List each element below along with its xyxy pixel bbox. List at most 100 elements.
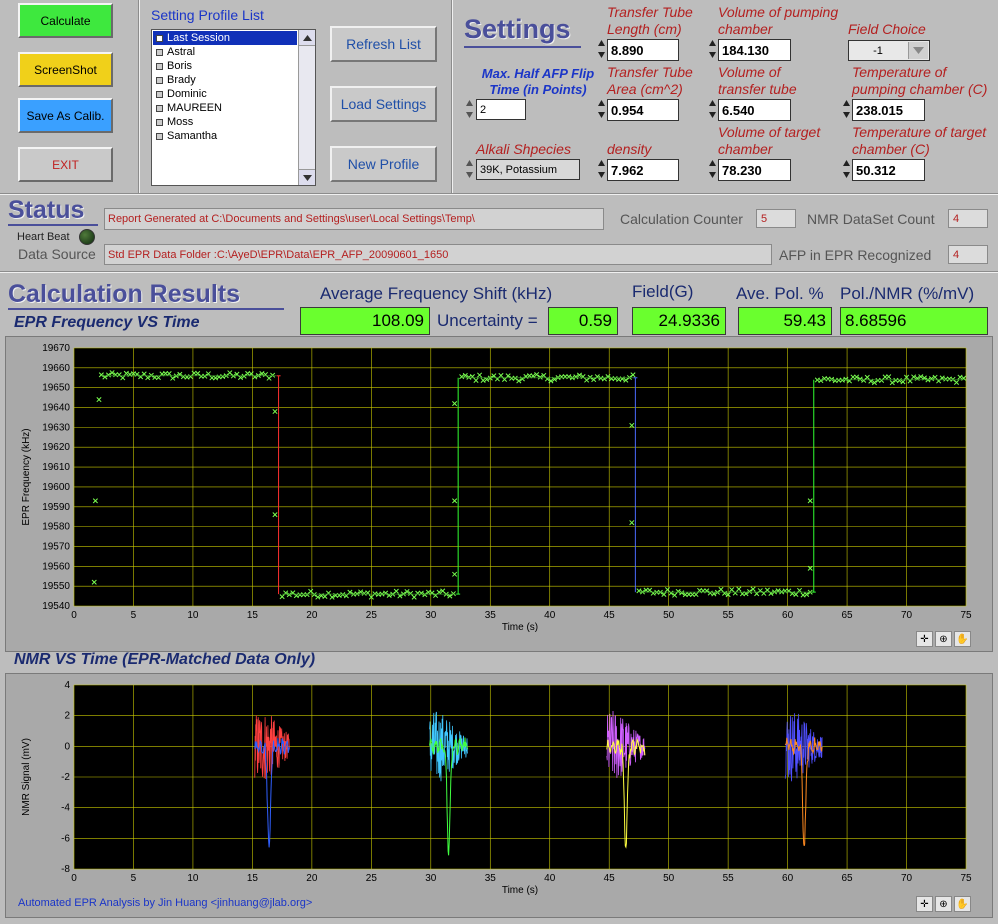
tt-length-input[interactable]: 8.890 — [607, 39, 679, 61]
max-half-afp-spinner[interactable] — [465, 98, 474, 120]
zoom-icon[interactable]: ⊕ — [935, 631, 952, 647]
crosshair-icon[interactable]: ✛ — [916, 631, 933, 647]
x-tick-label: 45 — [604, 610, 616, 621]
checkbox-icon[interactable] — [156, 62, 163, 70]
list-item-label: Boris — [167, 60, 193, 72]
list-item[interactable]: Brady — [153, 73, 297, 87]
checkbox-icon[interactable] — [156, 104, 163, 112]
refresh-list-button[interactable]: Refresh List — [330, 26, 437, 62]
x-tick-label: 5 — [131, 610, 137, 621]
y-tick-label: 19590 — [42, 502, 70, 513]
x-tick-label: 0 — [71, 610, 77, 621]
y-tick-label: 2 — [64, 711, 70, 722]
plot-area — [74, 348, 966, 606]
max-half-afp-label: Max. Half AFP Flip Time (in Points) — [481, 66, 595, 97]
ave-pol-value: 59.43 — [738, 307, 832, 335]
temp-target-input[interactable]: 50.312 — [852, 159, 925, 181]
vol-pump-input[interactable]: 184.130 — [718, 39, 791, 61]
x-tick-label: 60 — [782, 873, 794, 884]
list-item[interactable]: Samantha — [153, 129, 297, 143]
x-tick-label: 40 — [544, 610, 556, 621]
tt-area-spinner[interactable] — [597, 98, 606, 120]
y-axis-label: NMR Signal (mV) — [21, 738, 32, 816]
field-value: 24.9336 — [632, 307, 726, 335]
list-item[interactable]: Astral — [153, 45, 297, 59]
vol-pump-label: Volume of pumping chamber — [718, 4, 839, 37]
temp-pump-spinner[interactable] — [842, 98, 851, 120]
profile-list[interactable]: Last Session Astral Boris Brady Dominic MAURE… — [151, 29, 316, 186]
x-tick-label: 45 — [604, 873, 616, 884]
profile-items: Last Session Astral Boris Brady Dominic MAURE… — [153, 31, 297, 143]
vol-target-input[interactable]: 78.230 — [718, 159, 791, 181]
y-tick-label: -8 — [61, 864, 70, 875]
x-tick-label: 15 — [247, 610, 259, 621]
y-tick-label: 19570 — [42, 541, 70, 552]
x-tick-label: 25 — [366, 610, 378, 621]
calculate-button[interactable]: Calculate — [18, 3, 113, 38]
temp-pump-label: Temperature of pumping chamber (C) — [852, 64, 988, 97]
checkbox-icon[interactable] — [156, 48, 163, 56]
alkali-select[interactable]: 39K, Potassium — [476, 159, 580, 180]
scroll-down-icon[interactable] — [299, 169, 315, 185]
checkbox-icon[interactable] — [156, 118, 163, 126]
profile-list-title: Setting Profile List — [151, 7, 264, 23]
list-item-label: Moss — [167, 116, 194, 128]
x-tick-label: 35 — [485, 610, 497, 621]
y-tick-label: -6 — [61, 833, 70, 844]
screenshot-button[interactable]: ScreenShot — [18, 52, 113, 87]
x-axis-label: Time (s) — [502, 885, 538, 896]
field-choice-select[interactable]: -1 — [848, 40, 930, 61]
exit-button[interactable]: EXIT — [18, 147, 113, 182]
settings-title: Settings — [464, 14, 571, 44]
settings-title-underline — [464, 46, 581, 48]
pan-hand-icon[interactable]: ✋ — [954, 631, 971, 647]
x-tick-label: 35 — [485, 873, 497, 884]
max-half-afp-input[interactable]: 2 — [476, 99, 526, 120]
density-input[interactable]: 7.962 — [607, 159, 679, 181]
temp-target-spinner[interactable] — [842, 158, 851, 180]
x-tick-label: 10 — [187, 610, 199, 621]
tt-area-input[interactable]: 0.954 — [607, 99, 679, 121]
field-choice-value: -1 — [873, 44, 883, 57]
list-item[interactable]: MAUREEN — [153, 101, 297, 115]
list-scrollbar[interactable] — [298, 30, 315, 185]
scroll-up-icon[interactable] — [299, 30, 315, 46]
x-tick-label: 30 — [425, 873, 437, 884]
vol-pump-spinner[interactable] — [708, 38, 717, 60]
list-item[interactable]: Dominic — [153, 87, 297, 101]
pan-hand-icon[interactable]: ✋ — [954, 896, 971, 912]
checkbox-icon[interactable] — [156, 90, 163, 98]
pol-nmr-value: 8.68596 — [840, 307, 988, 335]
vol-target-spinner[interactable] — [708, 158, 717, 180]
x-tick-label: 20 — [306, 610, 318, 621]
status-title: Status — [8, 196, 85, 224]
y-tick-label: 19630 — [42, 422, 70, 433]
temp-pump-input[interactable]: 238.015 — [852, 99, 925, 121]
chevron-down-icon[interactable] — [908, 42, 928, 59]
save-calib-button[interactable]: Save As Calib. — [18, 98, 113, 133]
checkbox-icon[interactable] — [156, 76, 163, 84]
new-profile-button[interactable]: New Profile — [330, 146, 437, 182]
y-tick-label: 19620 — [42, 442, 70, 453]
vol-tt-spinner[interactable] — [708, 98, 717, 120]
load-settings-button[interactable]: Load Settings — [330, 86, 437, 122]
y-tick-label: 19610 — [42, 462, 70, 473]
alkali-spinner[interactable] — [465, 158, 474, 180]
list-item[interactable]: Moss — [153, 115, 297, 129]
y-tick-label: 19560 — [42, 561, 70, 572]
calc-counter-label: Calculation Counter — [620, 211, 743, 227]
tt-length-spinner[interactable] — [597, 38, 606, 60]
zoom-icon[interactable]: ⊕ — [935, 896, 952, 912]
crosshair-icon[interactable]: ✛ — [916, 896, 933, 912]
list-item[interactable]: Boris — [153, 59, 297, 73]
footer-credit: Automated EPR Analysis by Jin Huang <jin… — [18, 897, 313, 909]
y-tick-label: 4 — [64, 680, 70, 691]
checkbox-icon[interactable] — [156, 34, 163, 42]
list-item[interactable]: Last Session — [153, 31, 297, 45]
y-tick-label: 19600 — [42, 482, 70, 493]
afp-label: AFP in EPR Recognized — [779, 247, 932, 263]
divider-mid-hl — [452, 0, 453, 193]
density-spinner[interactable] — [597, 158, 606, 180]
vol-tt-input[interactable]: 6.540 — [718, 99, 791, 121]
checkbox-icon[interactable] — [156, 132, 163, 140]
